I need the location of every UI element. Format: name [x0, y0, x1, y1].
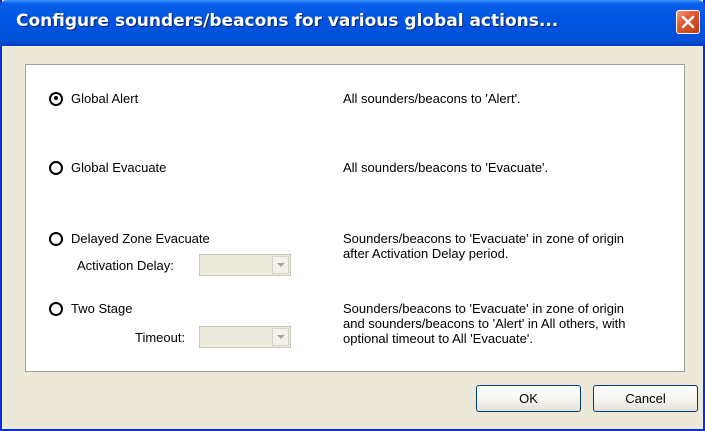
- close-icon: [681, 15, 695, 29]
- option-label: Two Stage: [71, 301, 133, 316]
- radio-delayed-zone-evacuate[interactable]: [49, 231, 63, 246]
- timeout-select[interactable]: [199, 326, 291, 348]
- option-label: Global Evacuate: [71, 160, 167, 175]
- dropdown-button[interactable]: [272, 256, 289, 274]
- dialog-window: Configure sounders/beacons for various g…: [0, 0, 705, 431]
- radio-global-evacuate[interactable]: [49, 160, 63, 175]
- option-description: All sounders/beacons to 'Alert'.: [343, 91, 521, 106]
- cancel-button[interactable]: Cancel: [593, 385, 698, 412]
- option-description: All sounders/beacons to 'Evacuate'.: [343, 160, 549, 175]
- option-description: Sounders/beacons to 'Evacuate' in zone o…: [343, 301, 626, 346]
- title-bar[interactable]: Configure sounders/beacons for various g…: [0, 0, 705, 46]
- option-label: Global Alert: [71, 91, 139, 106]
- close-button[interactable]: [676, 10, 700, 34]
- dropdown-button[interactable]: [272, 328, 289, 346]
- timeout-label: Timeout:: [135, 330, 186, 345]
- option-label: Delayed Zone Evacuate: [71, 231, 210, 246]
- option-global-alert[interactable]: Global Alert: [49, 91, 138, 106]
- chevron-down-icon: [277, 335, 285, 339]
- options-panel: Global Alert All sounders/beacons to 'Al…: [25, 64, 685, 372]
- option-description: Sounders/beacons to 'Evacuate' in zone o…: [343, 231, 625, 261]
- option-two-stage[interactable]: Two Stage: [49, 301, 132, 316]
- ok-button[interactable]: OK: [476, 385, 581, 412]
- activation-delay-label: Activation Delay:: [77, 258, 174, 273]
- chevron-down-icon: [277, 263, 285, 267]
- activation-delay-select[interactable]: [199, 254, 291, 276]
- option-delayed-zone-evacuate[interactable]: Delayed Zone Evacuate: [49, 231, 210, 246]
- radio-global-alert[interactable]: [49, 91, 63, 106]
- radio-two-stage[interactable]: [49, 301, 63, 316]
- dialog-title: Configure sounders/beacons for various g…: [16, 11, 559, 31]
- option-global-evacuate[interactable]: Global Evacuate: [49, 160, 166, 175]
